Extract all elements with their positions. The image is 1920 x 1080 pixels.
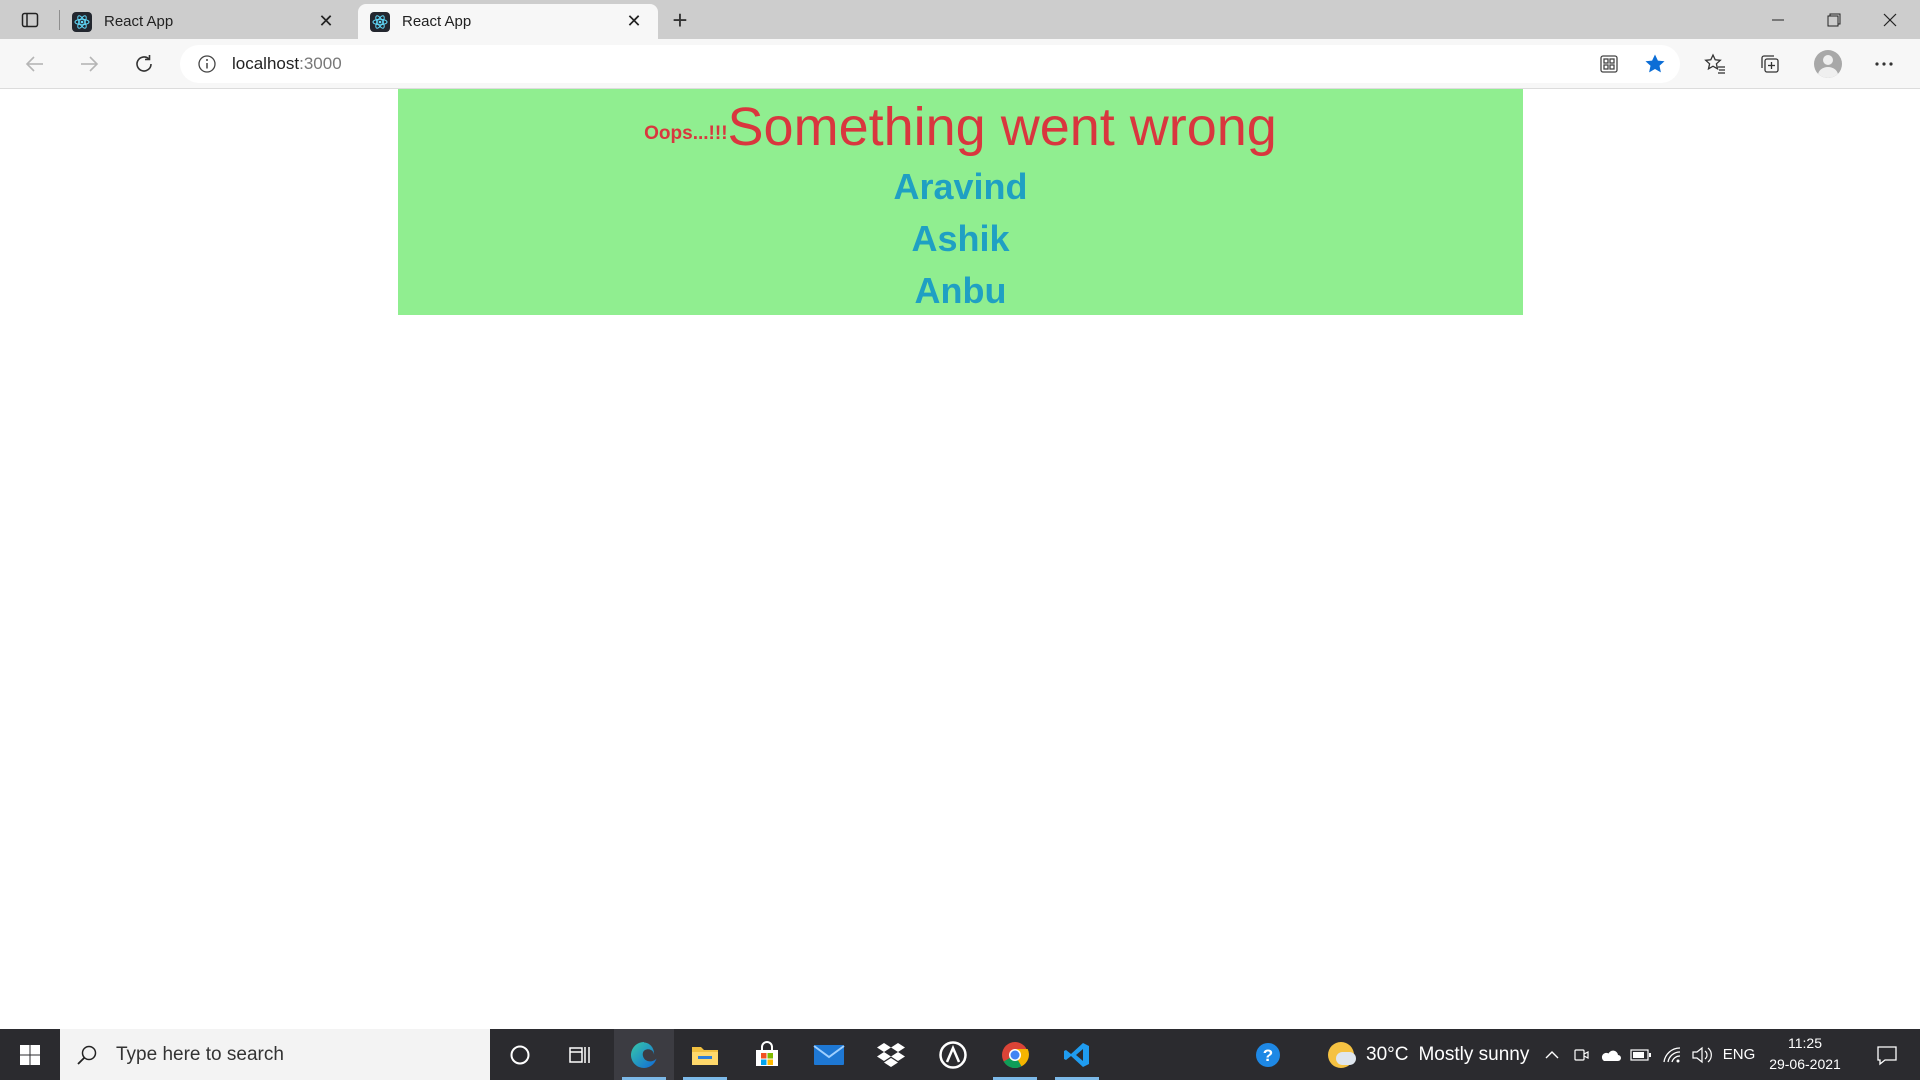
forward-arrow-icon[interactable] bbox=[71, 46, 107, 82]
taskbar-search-box[interactable]: Type here to search bbox=[60, 1029, 490, 1080]
error-boundary-box: Oops...!!! Something went wrong Aravind A… bbox=[398, 89, 1523, 315]
tab-react-app-2[interactable]: React App ✕ bbox=[358, 4, 658, 39]
info-icon[interactable] bbox=[196, 53, 218, 75]
meet-now-icon[interactable] bbox=[1569, 1029, 1593, 1080]
avatar bbox=[1814, 50, 1842, 78]
battery-icon[interactable] bbox=[1627, 1029, 1655, 1080]
edge-app-icon[interactable] bbox=[614, 1029, 674, 1080]
clock-time: 11:25 bbox=[1788, 1035, 1822, 1051]
list-item: Anbu bbox=[914, 270, 1007, 311]
weather-widget[interactable]: 30°C Mostly sunny bbox=[1328, 1029, 1529, 1080]
app-available-icon[interactable] bbox=[1592, 47, 1626, 81]
tab-close-icon[interactable]: ✕ bbox=[622, 10, 646, 34]
microsoft-store-icon[interactable] bbox=[737, 1029, 797, 1080]
app-icon[interactable] bbox=[923, 1029, 983, 1080]
tab-close-icon[interactable]: ✕ bbox=[314, 10, 338, 34]
dropbox-icon[interactable] bbox=[861, 1029, 921, 1080]
url-port: :3000 bbox=[299, 54, 342, 73]
tab-strip: React App ✕ React App ✕ + bbox=[0, 0, 1920, 39]
wifi-icon[interactable] bbox=[1658, 1029, 1686, 1080]
vscode-icon[interactable] bbox=[1047, 1029, 1107, 1080]
page-viewport: Oops...!!! Something went wrong Aravind A… bbox=[0, 89, 1920, 1029]
cortana-icon[interactable] bbox=[490, 1029, 550, 1080]
address-bar[interactable]: localhost:3000 bbox=[180, 45, 1680, 83]
weather-sun-icon bbox=[1328, 1041, 1356, 1068]
restore-icon[interactable] bbox=[1806, 0, 1862, 39]
windows-taskbar: Type here to search ? 30°C Mostly sunny … bbox=[0, 1029, 1920, 1080]
collections-icon[interactable] bbox=[1750, 46, 1790, 82]
chevron-up-icon[interactable] bbox=[1540, 1029, 1564, 1080]
volume-icon[interactable] bbox=[1688, 1029, 1716, 1080]
react-logo-icon bbox=[72, 11, 92, 32]
weather-condition: Mostly sunny bbox=[1418, 1043, 1530, 1065]
chrome-icon[interactable] bbox=[985, 1029, 1045, 1080]
svg-text:?: ? bbox=[1263, 1046, 1273, 1065]
clock-date: 29-06-2021 bbox=[1769, 1056, 1841, 1072]
screen: React App ✕ React App ✕ + localhost:3000… bbox=[0, 0, 1920, 1080]
more-menu-icon[interactable] bbox=[1864, 46, 1904, 82]
search-icon bbox=[74, 1042, 100, 1068]
profile-avatar[interactable] bbox=[1808, 46, 1848, 82]
error-prefix: Oops...!!! bbox=[644, 123, 728, 144]
taskbar-clock[interactable]: 11:25 29-06-2021 bbox=[1762, 1033, 1848, 1075]
error-heading: Oops...!!! Something went wrong bbox=[398, 89, 1523, 157]
task-view-icon[interactable] bbox=[550, 1029, 610, 1080]
error-message: Something went wrong bbox=[727, 97, 1277, 157]
back-arrow-icon[interactable] bbox=[17, 46, 53, 82]
tab-actions-icon[interactable] bbox=[10, 5, 50, 35]
list-item: Ashik bbox=[911, 218, 1010, 259]
notification-icon[interactable] bbox=[1862, 1029, 1912, 1080]
mail-icon[interactable] bbox=[799, 1029, 859, 1080]
react-logo-icon bbox=[370, 11, 390, 32]
minimize-icon[interactable] bbox=[1750, 0, 1806, 39]
file-explorer-icon[interactable] bbox=[675, 1029, 735, 1080]
browser-toolbar: localhost:3000 bbox=[0, 39, 1920, 89]
url-host: localhost bbox=[232, 54, 300, 73]
refresh-icon[interactable] bbox=[126, 46, 162, 82]
close-window-icon[interactable] bbox=[1862, 0, 1918, 39]
windows-start-icon[interactable] bbox=[0, 1029, 60, 1080]
help-icon[interactable]: ? bbox=[1238, 1029, 1298, 1080]
search-placeholder: Type here to search bbox=[116, 1043, 284, 1065]
tab-title: React App bbox=[104, 13, 174, 30]
onedrive-icon[interactable] bbox=[1596, 1029, 1624, 1080]
weather-temp: 30°C bbox=[1366, 1043, 1409, 1065]
favorite-star-icon[interactable] bbox=[1638, 47, 1672, 81]
tab-react-app-1[interactable]: React App ✕ bbox=[60, 4, 350, 39]
tab-title: React App bbox=[402, 13, 472, 30]
new-tab-button[interactable]: + bbox=[664, 5, 696, 35]
list-item: Aravind bbox=[893, 166, 1028, 207]
name-list: Aravind Ashik Anbu bbox=[398, 165, 1523, 321]
address-url: localhost:3000 bbox=[232, 54, 342, 74]
language-indicator[interactable]: ENG bbox=[1718, 1029, 1760, 1080]
favorites-icon[interactable] bbox=[1695, 46, 1735, 82]
